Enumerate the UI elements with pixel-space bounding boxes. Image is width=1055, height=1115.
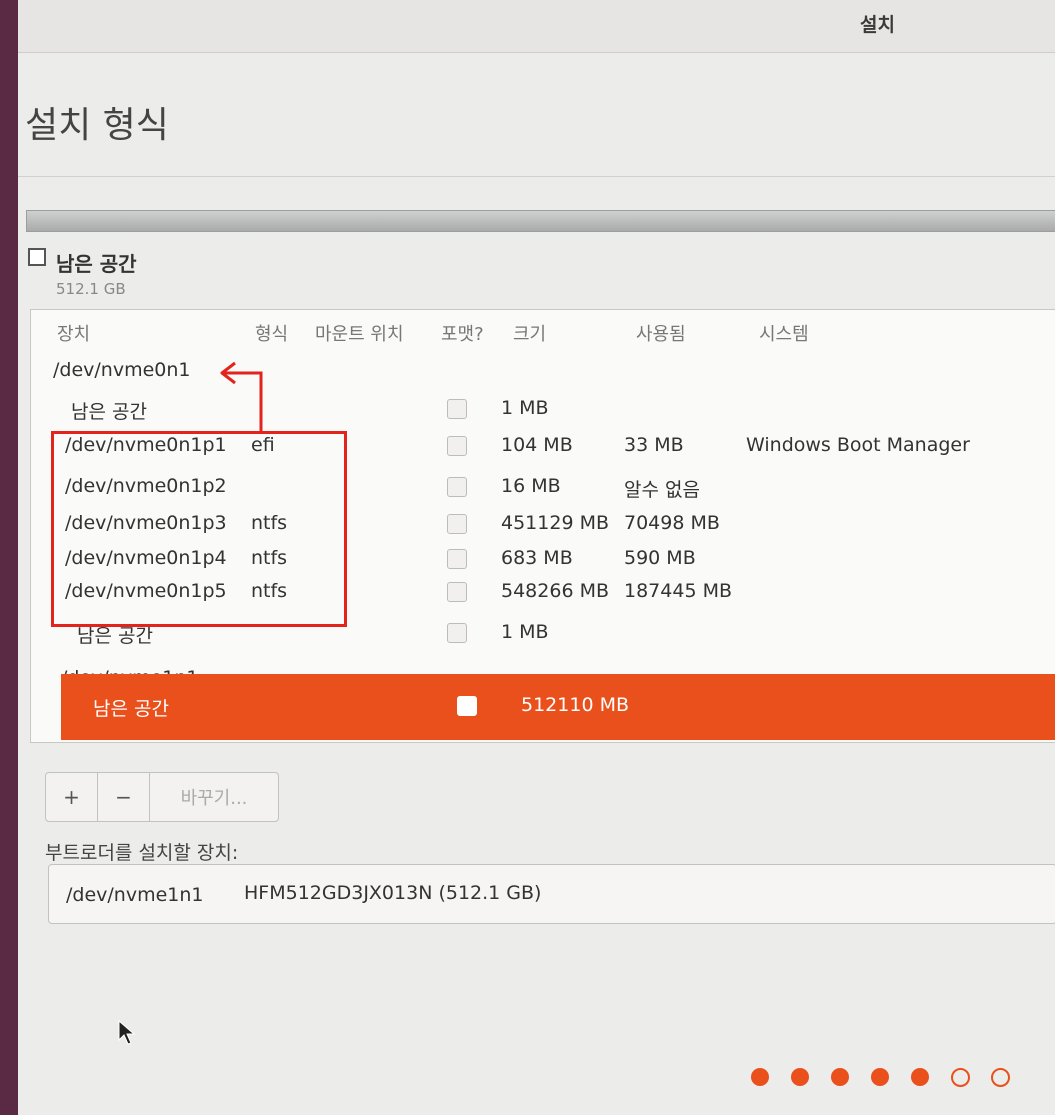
header-used[interactable]: 사용됨 xyxy=(636,320,686,346)
row-size: 104 MB xyxy=(501,434,573,456)
progress-dot xyxy=(911,1068,929,1086)
row-used: 70498 MB xyxy=(624,512,720,534)
header-system[interactable]: 시스템 xyxy=(759,320,809,346)
row-device: 남은 공간 xyxy=(93,698,169,720)
partition-bar xyxy=(26,210,1055,232)
window-title: 설치 xyxy=(860,14,895,36)
format-checkbox[interactable] xyxy=(447,582,467,602)
page-title: 설치 형식 xyxy=(25,105,169,146)
progress-dot xyxy=(991,1068,1010,1087)
format-checkbox[interactable] xyxy=(457,696,477,716)
format-checkbox[interactable] xyxy=(447,514,467,534)
row-size: 512110 MB xyxy=(521,694,629,716)
progress-dot xyxy=(791,1068,809,1086)
change-partition-button[interactable]: 바꾸기... xyxy=(150,773,278,821)
partition-row[interactable]: 남은 공간 512110 MB xyxy=(61,674,1055,740)
progress-dot xyxy=(831,1068,849,1086)
row-size: 683 MB xyxy=(501,547,573,569)
annotation-highlight-box xyxy=(51,431,347,627)
legend-name: 남은 공간 xyxy=(56,252,137,276)
format-checkbox[interactable] xyxy=(447,477,467,497)
add-partition-button[interactable]: + xyxy=(46,773,98,821)
format-checkbox[interactable] xyxy=(447,399,467,419)
bootloader-description: HFM512GD3JX013N (512.1 GB) xyxy=(244,882,542,904)
format-checkbox[interactable] xyxy=(447,436,467,456)
bootloader-device-select[interactable]: /dev/nvme1n1 HFM512GD3JX013N (512.1 GB) xyxy=(48,864,1055,924)
row-used: 590 MB xyxy=(624,547,696,569)
title-bar: 설치 xyxy=(18,0,1055,53)
mouse-pointer-icon xyxy=(118,1020,136,1045)
format-checkbox[interactable] xyxy=(447,549,467,569)
format-checkbox[interactable] xyxy=(447,623,467,643)
header-mount[interactable]: 마운트 위치 xyxy=(315,320,404,346)
partition-table: 장치 형식 마운트 위치 포맷? 크기 사용됨 시스템 /dev/nvme0n1… xyxy=(30,309,1055,743)
divider xyxy=(18,176,1055,177)
progress-dot xyxy=(951,1068,970,1087)
row-size: 16 MB xyxy=(501,475,561,497)
installer-window: 설치 설치 형식 남은 공간 512.1 GB 장치 형식 마운트 위치 포맷?… xyxy=(18,0,1055,1115)
row-size: 1 MB xyxy=(501,621,549,643)
row-used: 187445 MB xyxy=(624,580,732,602)
row-size: 451129 MB xyxy=(501,512,609,534)
legend-size: 512.1 GB xyxy=(56,280,126,298)
header-format[interactable]: 포맷? xyxy=(441,320,484,346)
remove-partition-button[interactable]: − xyxy=(98,773,150,821)
row-size: 1 MB xyxy=(501,397,549,419)
partition-button-bar: + − 바꾸기... xyxy=(45,772,279,822)
bootloader-label: 부트로더를 설치할 장치: xyxy=(45,842,239,864)
annotation-arrow xyxy=(220,361,263,431)
row-used: 알수 없음 xyxy=(624,479,700,501)
row-size: 548266 MB xyxy=(501,580,609,602)
row-used: 33 MB xyxy=(624,434,684,456)
row-system: Windows Boot Manager xyxy=(746,434,970,456)
progress-dot xyxy=(751,1068,769,1086)
header-size[interactable]: 크기 xyxy=(513,320,546,346)
progress-dot xyxy=(871,1068,889,1086)
legend-swatch xyxy=(28,248,46,266)
bootloader-device: /dev/nvme1n1 xyxy=(66,884,204,906)
